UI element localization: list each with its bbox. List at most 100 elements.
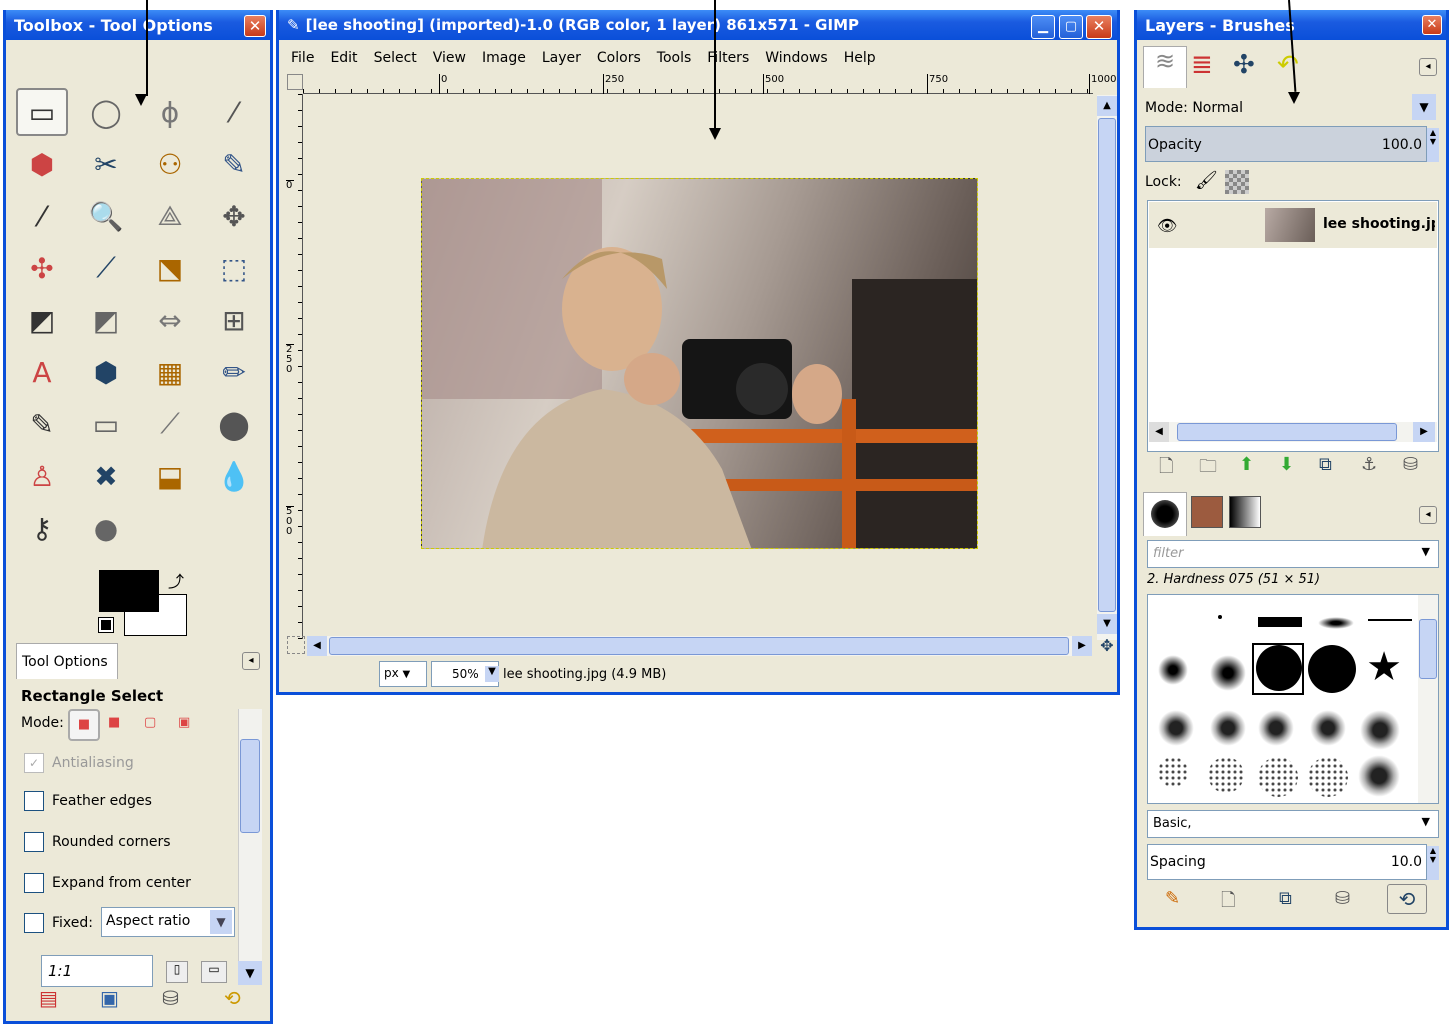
- brush-preview[interactable]: [1158, 655, 1188, 685]
- tool-zoom-icon[interactable]: 🔍: [80, 192, 132, 240]
- brush-preview[interactable]: [1210, 655, 1246, 691]
- spacing-spinner[interactable]: ▲ ▼: [1427, 846, 1439, 880]
- brush-preview[interactable]: [1358, 755, 1400, 797]
- brush-preview[interactable]: [1218, 615, 1222, 619]
- brush-grid[interactable]: ★: [1147, 594, 1439, 804]
- portrait-icon[interactable]: ▯: [166, 961, 188, 983]
- new-layer-icon[interactable]: 🗋: [1159, 454, 1173, 484]
- tool-cage-icon[interactable]: ⊞: [208, 296, 260, 344]
- new-brush-icon[interactable]: 🗋: [1221, 888, 1235, 918]
- tab-menu-icon[interactable]: ◂: [1419, 506, 1437, 524]
- tool-ink-icon[interactable]: ⬤: [208, 400, 260, 448]
- duplicate-brush-icon[interactable]: ⧉: [1279, 888, 1292, 909]
- brush-category-select[interactable]: Basic, ▼: [1147, 810, 1439, 838]
- scroll-left-icon[interactable]: ◀: [307, 636, 327, 656]
- tool-perspective-clone-icon[interactable]: ⬓: [144, 452, 196, 500]
- menu-layer[interactable]: Layer: [542, 50, 581, 66]
- image-close-button[interactable]: ✕: [1086, 15, 1112, 39]
- brush-preview[interactable]: [1360, 710, 1400, 750]
- reset-icon[interactable]: ⟲: [224, 986, 241, 1010]
- menu-file[interactable]: File: [291, 50, 314, 66]
- brush-scroll-thumb[interactable]: [1419, 619, 1437, 679]
- tool-text-icon[interactable]: A: [16, 348, 68, 396]
- menu-view[interactable]: View: [433, 50, 466, 66]
- brush-preview[interactable]: [1210, 710, 1246, 746]
- unit-select[interactable]: px ▼: [379, 661, 427, 687]
- layer-group-icon[interactable]: 🗀: [1199, 454, 1217, 484]
- lock-paint-icon[interactable]: 🖌: [1195, 170, 1218, 191]
- menu-windows[interactable]: Windows: [765, 50, 828, 66]
- chevron-down-icon[interactable]: ▼: [1412, 94, 1436, 120]
- ruler-corner[interactable]: [287, 74, 303, 90]
- image-photo[interactable]: [421, 178, 978, 549]
- anchor-icon[interactable]: ⚓: [1361, 454, 1377, 475]
- brush-preview[interactable]: [1158, 710, 1194, 746]
- navigate-icon[interactable]: ✥: [1097, 636, 1117, 656]
- antialiasing-option[interactable]: ✓ Antialiasing: [24, 753, 134, 773]
- opacity-spinner[interactable]: ▲ ▼: [1427, 128, 1439, 162]
- rounded-corners-option[interactable]: Rounded corners: [24, 832, 171, 852]
- layer-hscroll-thumb[interactable]: [1177, 423, 1397, 441]
- lower-layer-icon[interactable]: ⬇: [1279, 454, 1294, 475]
- minimize-button[interactable]: ▁: [1031, 15, 1055, 39]
- brush-filter-input[interactable]: filter ▼: [1147, 540, 1439, 568]
- save-icon[interactable]: ▤: [39, 986, 58, 1010]
- brush-preview[interactable]: [1308, 645, 1356, 693]
- tool-ellipse-select-icon[interactable]: ◯: [80, 88, 132, 136]
- landscape-icon[interactable]: ▭: [201, 961, 227, 983]
- ratio-input[interactable]: 1:1: [41, 955, 153, 987]
- tool-move-icon[interactable]: ✥: [208, 192, 260, 240]
- mode-subtract-button[interactable]: ▢: [144, 715, 156, 730]
- tool-eraser-icon[interactable]: ▭: [80, 400, 132, 448]
- tool-shear-icon[interactable]: ◩: [16, 296, 68, 344]
- menu-edit[interactable]: Edit: [330, 50, 357, 66]
- menu-tools[interactable]: Tools: [657, 50, 692, 66]
- tool-align-icon[interactable]: ✣: [16, 244, 68, 292]
- brush-preview[interactable]: [1258, 617, 1302, 627]
- duplicate-layer-icon[interactable]: ⧉: [1319, 454, 1332, 475]
- tool-rotate-icon[interactable]: ⬔: [144, 244, 196, 292]
- foreground-color-top[interactable]: [99, 570, 159, 612]
- tab-layers[interactable]: ≋: [1143, 46, 1187, 88]
- fixed-select[interactable]: Aspect ratio ▼: [101, 907, 235, 937]
- scroll-down-icon[interactable]: ▼: [238, 961, 262, 985]
- menu-select[interactable]: Select: [374, 50, 417, 66]
- tool-rect-select-icon[interactable]: ▭: [16, 88, 68, 136]
- menu-image[interactable]: Image: [482, 50, 526, 66]
- tool-blend-icon[interactable]: ▦: [144, 348, 196, 396]
- tab-paths[interactable]: ✣: [1233, 50, 1255, 80]
- tool-measure-icon[interactable]: ⟁: [144, 192, 196, 240]
- vertical-ruler[interactable]: 0 250 500: [285, 94, 303, 639]
- vertical-scroll-thumb[interactable]: [1098, 118, 1116, 612]
- tab-channels[interactable]: ≣: [1191, 50, 1213, 80]
- spacing-slider[interactable]: Spacing 10.0: [1147, 844, 1427, 880]
- tool-blur-icon[interactable]: 💧: [208, 452, 260, 500]
- scroll-left-icon[interactable]: ◀: [1149, 422, 1169, 442]
- restore-icon[interactable]: ▣: [100, 986, 119, 1010]
- scroll-right-icon[interactable]: ▶: [1072, 636, 1092, 656]
- delete-brush-icon[interactable]: ⛁: [1335, 888, 1350, 909]
- tool-scissors-icon[interactable]: ✂: [80, 140, 132, 188]
- tool-foreground-select-icon[interactable]: ⚇: [144, 140, 196, 188]
- expand-center-option[interactable]: Expand from center: [24, 873, 191, 893]
- tool-paths-icon[interactable]: ✎: [208, 140, 260, 188]
- brush-preview[interactable]: [1308, 757, 1348, 797]
- feather-edges-option[interactable]: Feather edges: [24, 791, 152, 811]
- tool-scale-icon[interactable]: ⬚: [208, 244, 260, 292]
- toolbox-close-button[interactable]: ✕: [244, 15, 266, 37]
- visibility-eye-icon[interactable]: 👁: [1157, 216, 1177, 235]
- mode-add-button[interactable]: ■: [108, 715, 120, 730]
- menu-colors[interactable]: Colors: [597, 50, 641, 66]
- tab-tool-options[interactable]: Tool Options: [16, 643, 118, 679]
- delete-icon[interactable]: ⛁: [162, 986, 179, 1010]
- tool-clone-icon[interactable]: ♙: [16, 452, 68, 500]
- tool-color-select-icon[interactable]: ⬢: [16, 140, 68, 188]
- raise-layer-icon[interactable]: ⬆: [1239, 454, 1254, 475]
- layer-name[interactable]: lee shooting.jpg: [1323, 216, 1435, 232]
- toolbox-titlebar[interactable]: Toolbox - Tool Options: [6, 10, 270, 40]
- tab-undo[interactable]: ↶: [1277, 50, 1299, 80]
- tool-pencil-icon[interactable]: ✏: [208, 348, 260, 396]
- tab-menu-icon[interactable]: ◂: [1419, 58, 1437, 76]
- brush-preview[interactable]: [1258, 757, 1298, 797]
- tab-gradients[interactable]: [1229, 496, 1261, 528]
